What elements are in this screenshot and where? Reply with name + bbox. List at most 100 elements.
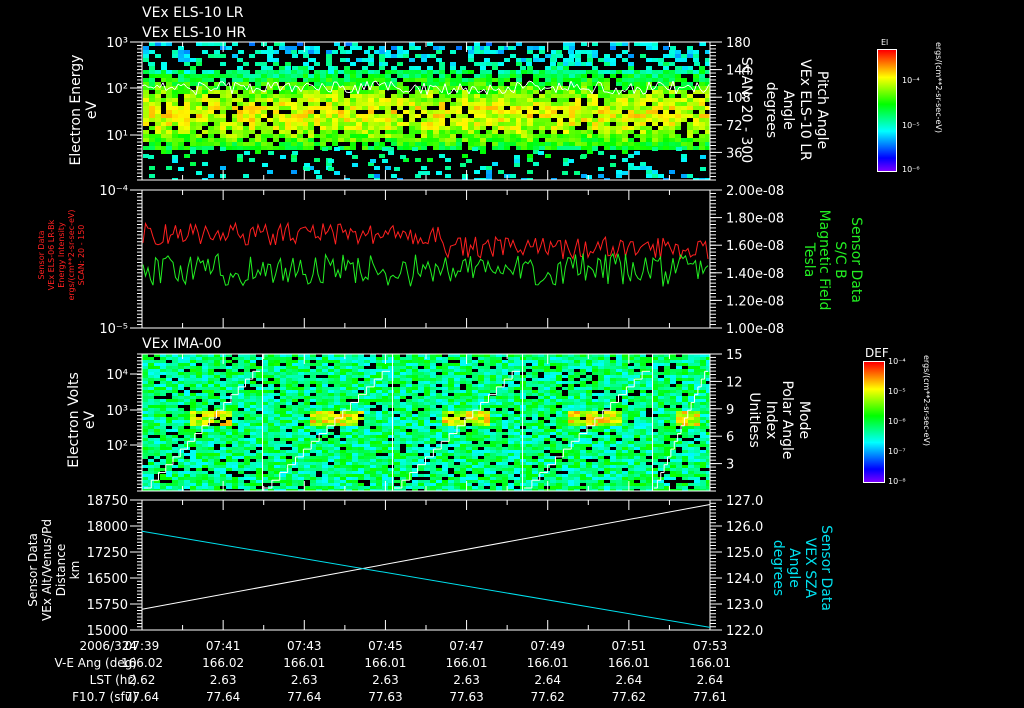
panel-frame [141, 353, 711, 492]
row-value: 07:53 [693, 639, 728, 653]
row-value: 166.01 [527, 656, 569, 670]
axis-label: eV [84, 100, 100, 119]
row-value: 07:49 [530, 639, 565, 653]
row-value: 77.62 [531, 690, 565, 704]
y2-tick-label: 2.00e-08 [726, 184, 784, 199]
row-value: 166.02 [202, 656, 244, 670]
row-value: 166.02 [121, 656, 163, 670]
y-tick-label: 15750 [87, 598, 128, 613]
sza-line [141, 530, 711, 628]
y2-tick-label: 15 [726, 348, 743, 363]
axis-label: eV [82, 410, 98, 429]
y-tick-label: 18000 [87, 520, 128, 535]
row-value: 166.01 [364, 656, 406, 670]
y2-tick-label: 9 [726, 403, 734, 418]
axis-label: degrees [763, 82, 779, 138]
row-value: 77.62 [612, 690, 646, 704]
axis-label: Energy Intensity [57, 222, 66, 288]
y-tick-label: 10³ [106, 36, 128, 51]
axis-label: Magnetic Field [816, 210, 832, 311]
colorbar-def-label: DEF [865, 346, 889, 360]
row-value: 07:43 [287, 639, 322, 653]
row-value: 166.01 [689, 656, 731, 670]
row-value: 2.63 [210, 673, 237, 687]
y-tick-label: 17250 [87, 546, 128, 561]
colorbar-el-label: El [881, 38, 888, 47]
colorbar-def-tick: 10⁻⁷ [888, 447, 906, 456]
plot-overlay: VEx ELS-10 LR VEx ELS-10 HR VEx IMA-00 E… [26, 5, 943, 704]
axis-label: Sensor Data [26, 533, 40, 607]
colorbar-def-units: ergs/(cm**2-sr-sec-eV) [922, 355, 931, 446]
row-value: 2.64 [697, 673, 724, 687]
y2-tick-label: 6 [726, 430, 734, 445]
axis-label: Tesla [801, 242, 817, 278]
axis-label: degrees [770, 540, 786, 596]
row-value: 2.63 [453, 673, 480, 687]
y-tick-label: 10² [106, 439, 128, 454]
y-tick-label: 10⁻⁵ [99, 322, 128, 337]
axis-label: VEx ELS-10 LR [797, 59, 813, 161]
axis-label: Electron Energy [68, 55, 84, 166]
title-els-lr: VEx ELS-10 LR [142, 5, 244, 21]
axis-label: ergs/(cm**2-sr-sec-eV) [67, 209, 76, 300]
title-els-hr: VEx ELS-10 HR [142, 25, 247, 41]
row-value: 07:47 [449, 639, 484, 653]
colorbar-def-tick: 10⁻⁵ [888, 387, 906, 396]
axis-label: VEx Alt/Venus/Pd [40, 519, 54, 621]
axis-label: Sensor Data [818, 525, 834, 611]
axis-label: Distance [54, 544, 68, 596]
y2-tick-label: 127.0 [726, 494, 763, 509]
y-tick-label: 10⁻⁴ [99, 184, 128, 199]
row-value: 166.01 [283, 656, 325, 670]
colorbar-el-tick: 10⁻⁵ [902, 121, 920, 130]
axis-label: SCAN: 20 - 150 [77, 225, 86, 286]
y2-tick-label: 1.20e-08 [726, 294, 784, 309]
colorbar-def-tick: 10⁻⁸ [888, 477, 906, 486]
row-value: 2.63 [291, 673, 318, 687]
row-value: 77.64 [206, 690, 240, 704]
colorbar-el-units: ergs/(cm**2-sr-sec-eV) [934, 42, 943, 133]
row-value: 77.64 [287, 690, 321, 704]
y2-tick-label: 122.0 [726, 624, 763, 639]
series-line-green [142, 252, 709, 287]
y2-tick-label: 125.0 [726, 546, 763, 561]
y2-tick-label: 126.0 [726, 520, 763, 535]
axis-label: Sensor Data [37, 230, 46, 279]
row-value: 2.64 [534, 673, 561, 687]
row-value: 07:41 [206, 639, 241, 653]
colorbar-el-tick: 10⁻⁶ [902, 165, 920, 174]
title-ima: VEx IMA-00 [142, 336, 222, 352]
row-value: 166.01 [446, 656, 488, 670]
panel-frame [141, 499, 711, 631]
colorbar-def-tick: 10⁻⁶ [888, 417, 906, 426]
axis-label: Sensor Data [848, 217, 864, 303]
row-value: 07:45 [368, 639, 403, 653]
axis-label: Angle [786, 548, 802, 588]
colorbar-def-tick: 10⁻⁴ [888, 357, 906, 366]
axis-label: Angle [780, 90, 796, 130]
row-value: 77.63 [449, 690, 483, 704]
axis-label: Polar Angle [779, 380, 795, 459]
axis-label: VEx ELS-06 LR-Bk [47, 219, 56, 290]
axis-label: S/C B [832, 241, 848, 278]
y2-tick-label: 3 [726, 458, 734, 473]
colorbar-el-tick: 10⁻⁴ [902, 76, 920, 85]
y2-tick-label: 12 [726, 375, 743, 390]
axis-label: Pitch Angle [814, 71, 830, 149]
row-value: 77.61 [693, 690, 727, 704]
y2-tick-label: 1.00e-08 [726, 322, 784, 337]
y2-tick-label: 1.80e-08 [726, 212, 784, 227]
row-value: 166.01 [608, 656, 650, 670]
row-value: 07:51 [612, 639, 647, 653]
y-tick-label: 10¹ [106, 129, 128, 144]
axis-label: VEX SZA [802, 538, 818, 599]
row-value: 77.63 [368, 690, 402, 704]
y-tick-label: 16500 [87, 572, 128, 587]
y2-tick-label: 124.0 [726, 572, 763, 587]
series-line-red [142, 221, 709, 260]
axis-label: Unitless [746, 392, 762, 448]
y2-tick-label: 123.0 [726, 598, 763, 613]
row-value: 07:39 [125, 639, 160, 653]
axis-label: Electron Volts [66, 372, 82, 468]
axis-label: SCAN: 20 - 300 [738, 57, 754, 163]
